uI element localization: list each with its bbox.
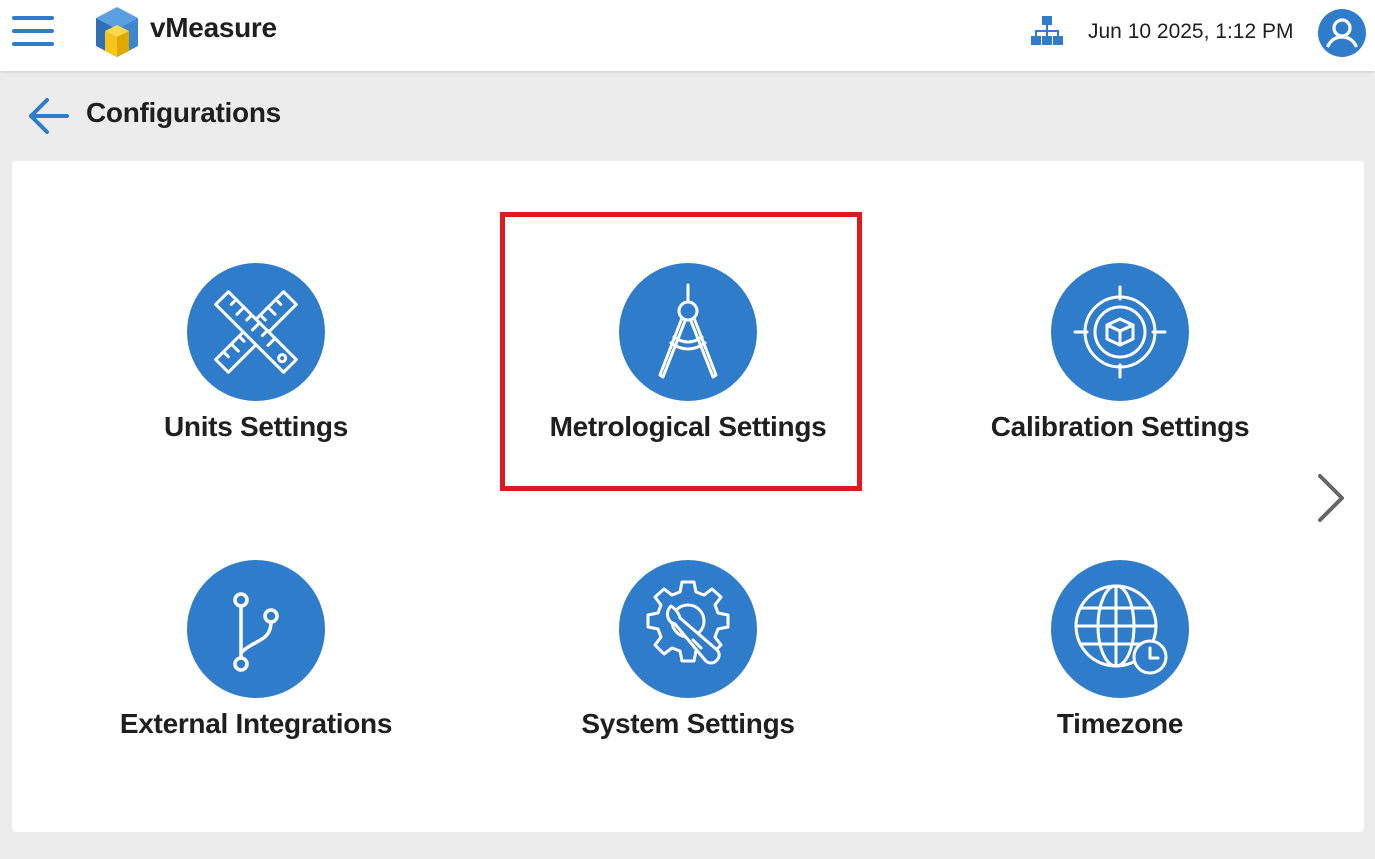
tile-metrological-settings[interactable]: Metrological Settings [508,263,868,483]
user-avatar-icon[interactable] [1318,9,1366,57]
configurations-panel: Units Settings Metrological Settings Cal… [12,161,1364,832]
top-bar: vMeasure Jun 10 2025, 1:12 PM [0,0,1375,71]
chevron-right-icon[interactable] [1310,470,1350,526]
tile-units-settings[interactable]: Units Settings [76,263,436,483]
tile-label: External Integrations [119,708,393,739]
brand-name: vMeasure [150,12,277,43]
globe-clock-icon [1051,560,1189,698]
tile-system-settings[interactable]: System Settings [508,560,868,780]
page-title: Configurations [86,97,281,128]
datetime-display: Jun 10 2025, 1:12 PM [1088,20,1294,43]
compass-icon [619,263,757,401]
hamburger-menu-icon[interactable] [12,16,54,48]
back-arrow-icon[interactable] [27,96,69,136]
logo-icon [96,7,138,57]
tile-label: Units Settings [163,411,349,442]
tile-external-integrations[interactable]: External Integrations [76,560,436,780]
branch-icon [187,560,325,698]
ruler-cross-icon [187,263,325,401]
target-box-icon [1051,263,1189,401]
network-icon[interactable] [1031,15,1063,49]
tile-label: Timezone [1056,708,1184,739]
tile-label: System Settings [581,708,795,739]
tile-label: Metrological Settings [549,411,827,442]
tile-label: Calibration Settings [990,411,1250,442]
tile-timezone[interactable]: Timezone [940,560,1300,780]
gear-wrench-icon [619,560,757,698]
tile-calibration-settings[interactable]: Calibration Settings [940,263,1300,483]
